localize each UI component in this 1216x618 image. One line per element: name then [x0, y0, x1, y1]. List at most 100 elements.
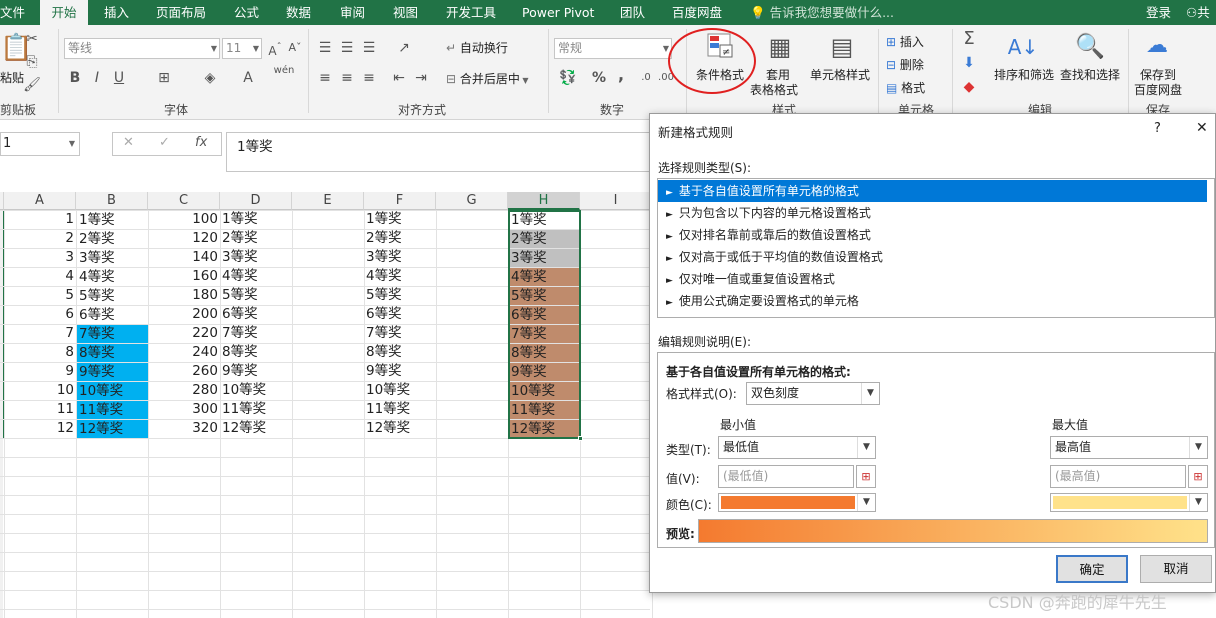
phonetic-button[interactable]: wén [272, 65, 296, 77]
help-button[interactable]: ? [1154, 121, 1161, 136]
cell-c[interactable]: 160 [148, 267, 220, 286]
column-header-i[interactable]: I [580, 192, 652, 210]
column-header-f[interactable]: F [364, 192, 436, 210]
cell-a[interactable]: 9 [4, 362, 76, 381]
name-box[interactable]: 1 ▼ [0, 132, 80, 156]
align-right-icon[interactable]: ≡ [360, 68, 378, 88]
min-value-input[interactable]: (最低值) [718, 465, 854, 488]
tab-baidu-netdisk[interactable]: 百度网盘 [672, 0, 722, 25]
close-icon[interactable]: ✕ [1196, 120, 1208, 136]
max-color-select[interactable]: ▼ [1050, 493, 1208, 512]
cell-b[interactable]: 4等奖 [77, 268, 148, 286]
align-top-icon[interactable]: ☰ [316, 38, 334, 58]
format-style-select[interactable]: 双色刻度 ▼ [746, 382, 880, 405]
format-painter-icon[interactable]: 🖌 [22, 75, 42, 95]
rule-type-item[interactable]: ► 仅对唯一值或重复值设置格式 [658, 268, 1207, 290]
cell-c[interactable]: 200 [148, 305, 220, 324]
cell-f[interactable]: 4等奖 [364, 267, 436, 286]
cell-f[interactable]: 8等奖 [364, 343, 436, 362]
cell-d[interactable]: 5等奖 [220, 286, 292, 305]
cell-b[interactable]: 10等奖 [77, 382, 148, 400]
share-button[interactable]: ⚇共 [1186, 0, 1210, 25]
italic-button[interactable]: I [88, 68, 106, 88]
cell-c[interactable]: 180 [148, 286, 220, 305]
range-picker-icon[interactable]: ⊞ [856, 465, 876, 488]
cell-c[interactable]: 100 [148, 210, 220, 229]
insert-function-icon[interactable]: fx [195, 135, 207, 150]
max-value-input[interactable]: (最高值) [1050, 465, 1186, 488]
cell-a[interactable]: 11 [4, 400, 76, 419]
cell-b[interactable]: 11等奖 [77, 401, 148, 419]
cell-a[interactable]: 10 [4, 381, 76, 400]
cell-b[interactable]: 6等奖 [77, 306, 148, 324]
cell-f[interactable]: 11等奖 [364, 400, 436, 419]
range-picker-icon[interactable]: ⊞ [1188, 465, 1208, 488]
tab-file[interactable]: 文件 [0, 0, 25, 25]
cell-d[interactable]: 1等奖 [220, 210, 292, 229]
cell-f[interactable]: 5等奖 [364, 286, 436, 305]
column-header-a[interactable]: A [4, 192, 76, 210]
login-link[interactable]: 登录 [1146, 0, 1171, 25]
cell-a[interactable]: 7 [4, 324, 76, 343]
column-header-c[interactable]: C [148, 192, 220, 210]
cell-styles-button[interactable]: 单元格样式 [810, 66, 870, 83]
cut-icon[interactable]: ✂ [22, 29, 42, 49]
column-header-e[interactable]: E [292, 192, 364, 210]
insert-cells-button[interactable]: ⊞ 插入 [886, 33, 924, 50]
rule-type-item[interactable]: ► 仅对高于或低于平均值的数值设置格式 [658, 246, 1207, 268]
orientation-icon[interactable]: ↗ [390, 38, 418, 58]
min-type-select[interactable]: 最低值 ▼ [718, 436, 876, 459]
paste-icon[interactable]: 📋 [0, 31, 32, 65]
cell-b[interactable]: 9等奖 [77, 363, 148, 381]
fill-icon[interactable]: ⬇ [958, 53, 980, 73]
cell-a[interactable]: 4 [4, 267, 76, 286]
cell-f[interactable]: 10等奖 [364, 381, 436, 400]
cell-b[interactable]: 2等奖 [77, 230, 148, 248]
column-header-d[interactable]: D [220, 192, 292, 210]
tell-me-box[interactable]: 💡 告诉我您想要做什么... [750, 0, 894, 25]
percent-button[interactable]: % [590, 68, 608, 88]
tab-data[interactable]: 数据 [286, 0, 311, 25]
format-as-table-label2[interactable]: 表格格式 [750, 81, 798, 98]
column-header-h[interactable]: H [508, 192, 580, 210]
cell-d[interactable]: 10等奖 [220, 381, 292, 400]
cell-a[interactable]: 3 [4, 248, 76, 267]
cancel-button[interactable]: 取消 [1140, 555, 1212, 583]
column-header-b[interactable]: B [76, 192, 148, 210]
rule-type-item[interactable]: ► 仅对排名靠前或靠后的数值设置格式 [658, 224, 1207, 246]
cell-a[interactable]: 1 [4, 210, 76, 229]
decrease-indent-icon[interactable]: ⇤ [390, 68, 408, 88]
ok-button[interactable]: 确定 [1056, 555, 1128, 583]
tab-insert[interactable]: 插入 [104, 0, 129, 25]
font-name-combo[interactable]: 等线 ▼ [64, 38, 220, 59]
font-size-combo[interactable]: 11 ▼ [222, 38, 262, 59]
cell-d[interactable]: 9等奖 [220, 362, 292, 381]
number-format-combo[interactable]: 常规 ▼ [554, 38, 672, 59]
tab-formulas[interactable]: 公式 [234, 0, 259, 25]
increase-indent-icon[interactable]: ⇥ [412, 68, 430, 88]
cell-d[interactable]: 6等奖 [220, 305, 292, 324]
tab-view[interactable]: 视图 [393, 0, 418, 25]
cell-c[interactable]: 220 [148, 324, 220, 343]
cell-f[interactable]: 7等奖 [364, 324, 436, 343]
align-middle-icon[interactable]: ☰ [338, 38, 356, 58]
cell-b[interactable]: 1等奖 [77, 211, 148, 229]
fill-handle[interactable] [578, 436, 583, 441]
tab-developer[interactable]: 开发工具 [446, 0, 496, 25]
rule-type-item[interactable]: ► 只为包含以下内容的单元格设置格式 [658, 202, 1207, 224]
cell-d[interactable]: 8等奖 [220, 343, 292, 362]
cell-styles-icon[interactable]: ▤ [826, 33, 858, 61]
clear-icon[interactable]: ◆ [958, 77, 980, 97]
sort-filter-button[interactable]: 排序和筛选 [994, 66, 1054, 83]
shrink-font-icon[interactable]: Aˇ [286, 38, 304, 58]
tab-home[interactable]: 开始 [40, 0, 88, 25]
cell-a[interactable]: 8 [4, 343, 76, 362]
cell-b[interactable]: 12等奖 [77, 420, 148, 438]
cell-c[interactable]: 280 [148, 381, 220, 400]
tab-power-pivot[interactable]: Power Pivot [522, 0, 594, 25]
align-center-icon[interactable]: ≡ [338, 68, 356, 88]
cell-c[interactable]: 240 [148, 343, 220, 362]
tab-team[interactable]: 团队 [620, 0, 645, 25]
increase-decimal-icon[interactable]: .0 [636, 68, 656, 88]
cell-a[interactable]: 12 [4, 419, 76, 438]
